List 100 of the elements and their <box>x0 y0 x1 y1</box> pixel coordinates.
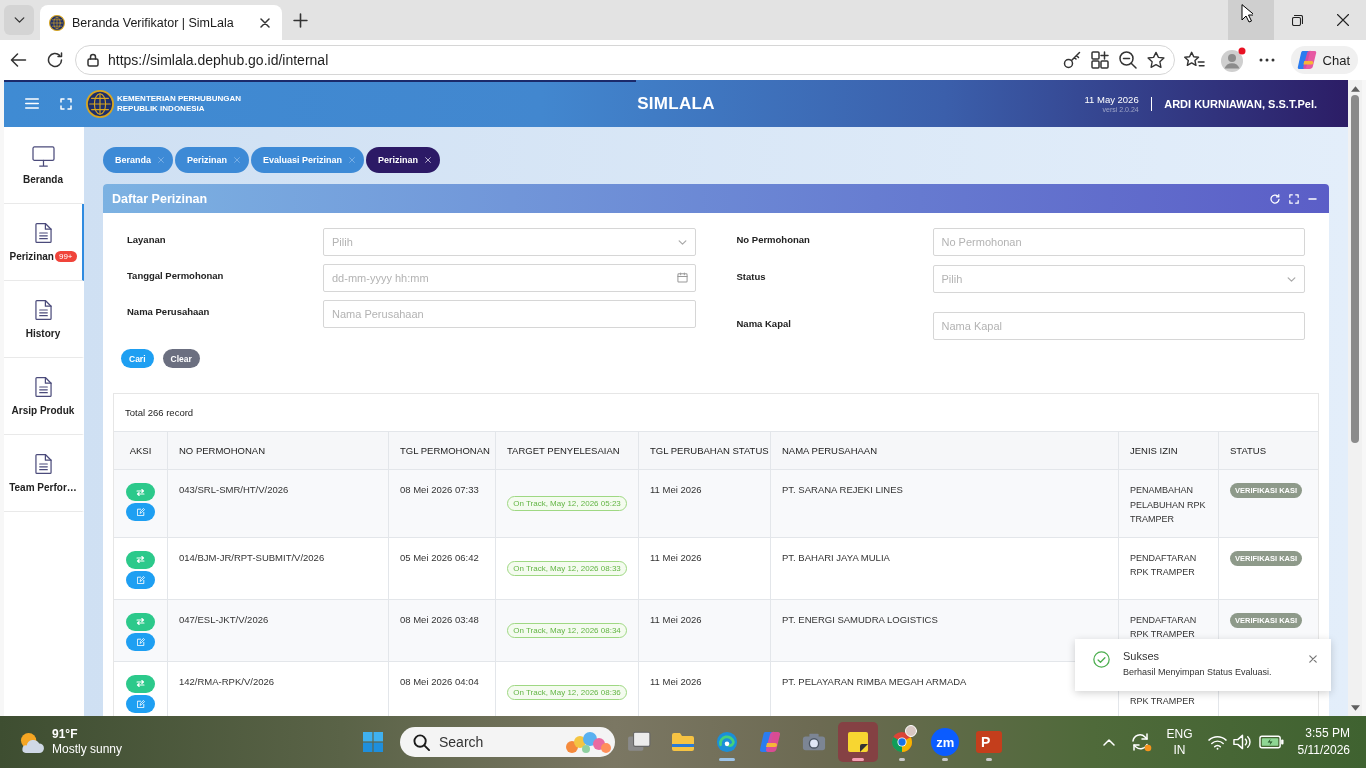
field-label: Nama Kapal <box>736 317 792 329</box>
grid-plus-icon[interactable] <box>1090 51 1109 69</box>
clock-date[interactable]: 5/11/2026 <box>1297 742 1350 759</box>
date-field[interactable]: dd-mm-yyyy hh:mm <box>323 264 696 292</box>
minimize-button[interactable] <box>1228 0 1274 40</box>
edit-button[interactable] <box>126 694 155 713</box>
toast-title: Sukses <box>1123 650 1160 662</box>
clock-time[interactable]: 3:55 PM <box>1305 725 1350 742</box>
scrollbar[interactable] <box>1348 80 1362 716</box>
url-text[interactable]: https://simlala.dephub.go.id/internal <box>108 52 1053 68</box>
breadcrumb-tab[interactable]: Beranda <box>103 147 173 173</box>
header-date: 11 May 2026 <box>1084 94 1139 105</box>
calendar-icon[interactable] <box>676 272 688 283</box>
menu-icon[interactable] <box>25 98 39 109</box>
expand-icon[interactable] <box>1289 193 1299 204</box>
search-icon <box>413 733 430 751</box>
sun-cloud-icon[interactable] <box>18 730 45 754</box>
close-icon[interactable] <box>260 17 270 28</box>
battery-icon[interactable] <box>1258 735 1284 749</box>
avatar-badge-icon <box>904 725 917 737</box>
table-cell: 11 Mei 2026 <box>639 599 771 661</box>
volume-icon[interactable] <box>1232 734 1252 750</box>
table-cell: PENAMBAHAN PELABUHAN RPK TRAMPER <box>1119 470 1219 537</box>
key-icon[interactable] <box>1062 51 1081 69</box>
table-cell: 11 Mei 2026 <box>639 537 771 599</box>
scrollbar-thumb[interactable] <box>1351 95 1359 443</box>
zoom-out-icon[interactable] <box>1118 51 1137 69</box>
deadline-tag: On Track, May 12, 2026 08:34 <box>507 622 627 638</box>
fullscreen-icon[interactable] <box>60 97 72 110</box>
minimize-icon[interactable] <box>1308 197 1317 200</box>
swap-arrows-icon <box>136 680 145 687</box>
edit-button[interactable] <box>126 632 155 651</box>
restore-icon[interactable] <box>1291 14 1303 26</box>
star-icon[interactable] <box>1146 51 1165 69</box>
edit-button[interactable] <box>126 503 155 521</box>
wifi-icon[interactable] <box>1207 734 1227 750</box>
taskbar-button[interactable]: P <box>969 722 1009 762</box>
edit-button[interactable] <box>126 570 155 589</box>
text-field[interactable]: Nama Kapal <box>932 312 1305 340</box>
column-header: TARGET PENYELESAIAN <box>496 432 639 469</box>
monitor-icon <box>31 145 55 167</box>
four-tiles-icon[interactable] <box>363 732 383 752</box>
close-icon[interactable] <box>1337 14 1349 26</box>
edit-icon <box>136 575 145 584</box>
deadline-tag: On Track, May 12, 2026 08:36 <box>507 684 627 700</box>
clear-button[interactable]: Clear <box>162 349 200 368</box>
field-label: Layanan <box>127 233 167 245</box>
lock-icon[interactable] <box>87 53 99 67</box>
column-header: JENIS IZIN <box>1119 432 1219 469</box>
deadline-tag: On Track, May 12, 2026 05:23 <box>507 495 627 511</box>
more-icon[interactable] <box>1258 58 1275 62</box>
sticky-note-icon <box>845 731 870 753</box>
text-field[interactable]: Nama Perusahaan <box>323 300 696 328</box>
plus-icon[interactable] <box>293 13 308 28</box>
breadcrumb-tab[interactable]: Evaluasi Perizinan <box>251 147 365 173</box>
user-name[interactable]: ARDI KURNIAWAN, S.S.T.Pel. <box>1164 97 1317 110</box>
record-count: Total 266 record <box>125 407 194 418</box>
table-cell: 11 Mei 2026 <box>639 470 771 537</box>
organization-name: KEMENTERIAN PERHUBUNGAN REPUBLIK INDONESIA <box>117 93 241 114</box>
segmented-circle-icon <box>889 731 914 753</box>
taskbar-button[interactable]: zm <box>925 722 966 762</box>
language-indicator[interactable]: ENG IN <box>1166 726 1193 758</box>
sync-icon[interactable] <box>1130 732 1153 752</box>
field-label: No Permohonan <box>736 233 811 245</box>
running-indicator <box>898 758 905 761</box>
breadcrumb-tab[interactable]: Perizinan <box>366 147 441 173</box>
swap-arrows-icon <box>136 488 145 496</box>
taskbar-button[interactable] <box>837 722 878 762</box>
favorites-icon[interactable] <box>1183 51 1205 69</box>
breadcrumb-tab[interactable]: Perizinan <box>175 147 250 173</box>
text-field[interactable]: No Permohonan <box>932 228 1305 256</box>
document-icon <box>34 453 52 475</box>
globe-emblem-icon <box>49 14 65 31</box>
browser-tab[interactable]: Beranda Verifikator | SimLala <box>40 5 282 40</box>
profile-avatar-icon[interactable] <box>1219 47 1246 73</box>
deadline-tag: On Track, May 12, 2026 08:33 <box>507 560 627 576</box>
app-title: SIMLALA <box>637 93 715 114</box>
back-icon[interactable] <box>10 53 27 67</box>
address-bar[interactable]: https://simlala.dephub.go.id/internal <box>75 45 1175 75</box>
swap-arrows-icon <box>136 556 145 563</box>
chevron-up-icon[interactable] <box>1103 738 1116 746</box>
swirl-circle-icon <box>714 731 739 753</box>
weather-temperature[interactable]: 91°F <box>52 727 78 742</box>
chat-button[interactable]: Chat <box>1290 46 1358 74</box>
table-cell: 014/BJM-JR/RPT-SUBMIT/V/2026 <box>168 537 389 599</box>
folder-icon <box>670 731 695 753</box>
column-header: NAMA PERUSAHAAN <box>771 432 1119 469</box>
toast-message: Berhasil Menyimpan Status Evaluasi. <box>1123 667 1272 677</box>
document-icon <box>34 376 52 398</box>
search-box[interactable]: Search <box>400 727 615 757</box>
scroll-up-icon[interactable] <box>1350 86 1360 92</box>
table-cell: PT. SARANA REJEKI LINES <box>771 470 1119 537</box>
running-indicator <box>851 758 864 761</box>
weather-condition[interactable]: Mostly sunny <box>52 742 123 757</box>
scroll-down-icon[interactable] <box>1350 705 1360 711</box>
document-icon <box>34 222 52 244</box>
refresh-icon[interactable] <box>47 52 63 68</box>
column-header: STATUS <box>1229 444 1268 458</box>
field-label: Status <box>736 270 767 282</box>
column-header: TGL PERMOHONAN <box>389 432 496 469</box>
